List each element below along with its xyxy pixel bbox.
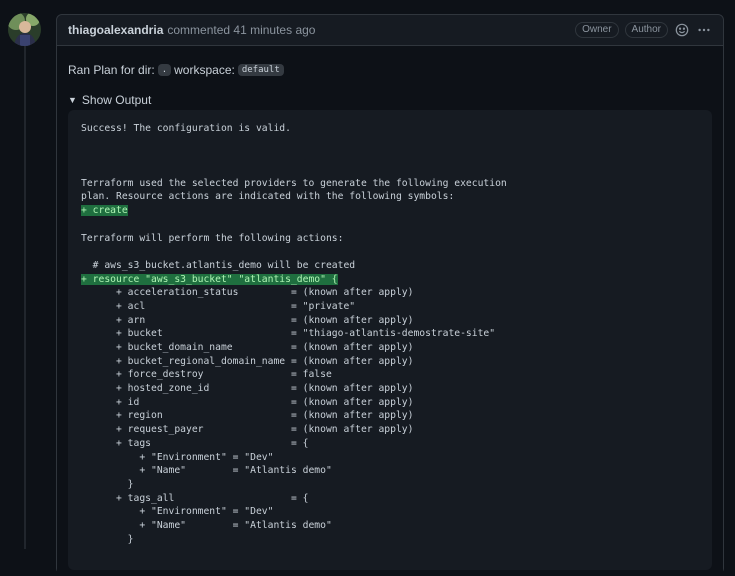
comment-header: thiagoalexandria commented 41 minutes ag… (57, 15, 723, 46)
output-line-text: + region = (known after apply) (81, 410, 414, 422)
avatar-image (8, 13, 41, 46)
output-line-text: plan. Resource actions are indicated wit… (81, 191, 455, 203)
output-line-text: } (81, 533, 134, 545)
output-line: + tags_all = { (81, 492, 700, 506)
output-line: + acl = "private" (81, 300, 700, 314)
output-line: } (81, 533, 700, 547)
output-line-text: + tags_all = { (81, 492, 309, 504)
output-line-text: + "Environment" = "Dev" (81, 506, 274, 518)
ran-plan-text: Ran Plan for dir: (68, 63, 155, 77)
output-line: + arn = (known after apply) (81, 314, 700, 328)
output-line-text: + hosted_zone_id = (known after apply) (81, 383, 414, 395)
output-line: + bucket_domain_name = (known after appl… (81, 341, 700, 355)
output-line-text: + id = (known after apply) (81, 396, 414, 408)
avatar[interactable] (8, 13, 41, 46)
output-line: Terraform used the selected providers to… (81, 177, 700, 191)
output-line: # aws_s3_bucket.atlantis_demo will be cr… (81, 259, 700, 273)
workspace-label: workspace: (174, 63, 235, 77)
output-line: + force_destroy = false (81, 368, 700, 382)
output-line: Terraform will perform the following act… (81, 232, 700, 246)
output-line: + "Environment" = "Dev" (81, 505, 700, 519)
output-line-text: + bucket = "thiago-atlantis-demostrate-s… (81, 328, 496, 340)
output-line-text: + create (81, 205, 128, 217)
smiley-icon[interactable] (674, 22, 690, 38)
output-line-text: + request_payer = (known after apply) (81, 424, 414, 436)
output-line-text: + tags = { (81, 437, 309, 449)
output-line-text: + resource "aws_s3_bucket" "atlantis_dem… (81, 273, 338, 285)
output-line: + bucket_regional_domain_name = (known a… (81, 355, 700, 369)
show-output-label: Show Output (81, 93, 152, 107)
output-line-text: + acl = "private" (81, 300, 356, 312)
output-line: + region = (known after apply) (81, 409, 700, 423)
output-line: + "Name" = "Atlantis demo" (81, 464, 700, 478)
output-line-text: + arn = (known after apply) (81, 314, 414, 326)
output-line-text: } (81, 478, 134, 490)
comment-body: Ran Plan for dir: . workspace: default ▼… (57, 46, 723, 576)
output-line-text: Terraform used the selected providers to… (81, 177, 507, 189)
terraform-output-block: Success! The configuration is valid. Terr… (68, 110, 712, 570)
output-line-text: + force_destroy = false (81, 369, 332, 381)
output-line-text: # aws_s3_bucket.atlantis_demo will be cr… (81, 259, 356, 271)
workspace-code: default (237, 64, 284, 76)
comment-box: thiagoalexandria commented 41 minutes ag… (56, 14, 724, 576)
output-line-text: Terraform will perform the following act… (81, 232, 344, 244)
author-badge: Author (624, 22, 668, 38)
comment-author[interactable]: thiagoalexandria (68, 23, 163, 37)
timeline-line (24, 46, 26, 549)
kebab-horizontal-icon[interactable] (696, 22, 712, 38)
output-line-text: + "Environment" = "Dev" (81, 451, 274, 463)
comment-timestamp[interactable]: commented 41 minutes ago (167, 23, 315, 37)
output-line: + "Name" = "Atlantis demo" (81, 519, 700, 533)
triangle-down-icon: ▼ (68, 95, 77, 105)
show-output-toggle[interactable]: ▼ Show Output (68, 92, 712, 108)
output-line: + tags = { (81, 437, 700, 451)
ran-plan-line: Ran Plan for dir: . workspace: default (68, 60, 712, 80)
output-line-text: + acceleration_status = (known after app… (81, 287, 414, 299)
output-line-text: Success! The configuration is valid. (81, 123, 291, 134)
output-line: plan. Resource actions are indicated wit… (81, 190, 700, 204)
output-line: + "Environment" = "Dev" (81, 451, 700, 465)
output-line-added: + resource "aws_s3_bucket" "atlantis_dem… (81, 273, 700, 287)
output-line-text: + bucket_domain_name = (known after appl… (81, 342, 414, 353)
output-line: + bucket = "thiago-atlantis-demostrate-s… (81, 327, 700, 341)
output-line-added: + create (81, 204, 700, 218)
dir-code: . (157, 64, 172, 76)
output-line: + id = (known after apply) (81, 396, 700, 410)
output-line: } (81, 478, 700, 492)
comment-header-actions: Owner Author (575, 22, 712, 38)
output-line: + hosted_zone_id = (known after apply) (81, 382, 700, 396)
output-line-text: + bucket_regional_domain_name = (known a… (81, 355, 414, 367)
output-line-text: + "Name" = "Atlantis demo" (81, 465, 332, 477)
output-line: Success! The configuration is valid. (81, 122, 700, 136)
output-line: + request_payer = (known after apply) (81, 423, 700, 437)
output-line-text: + "Name" = "Atlantis demo" (81, 519, 332, 531)
output-line: + acceleration_status = (known after app… (81, 286, 700, 300)
owner-badge: Owner (575, 22, 619, 38)
